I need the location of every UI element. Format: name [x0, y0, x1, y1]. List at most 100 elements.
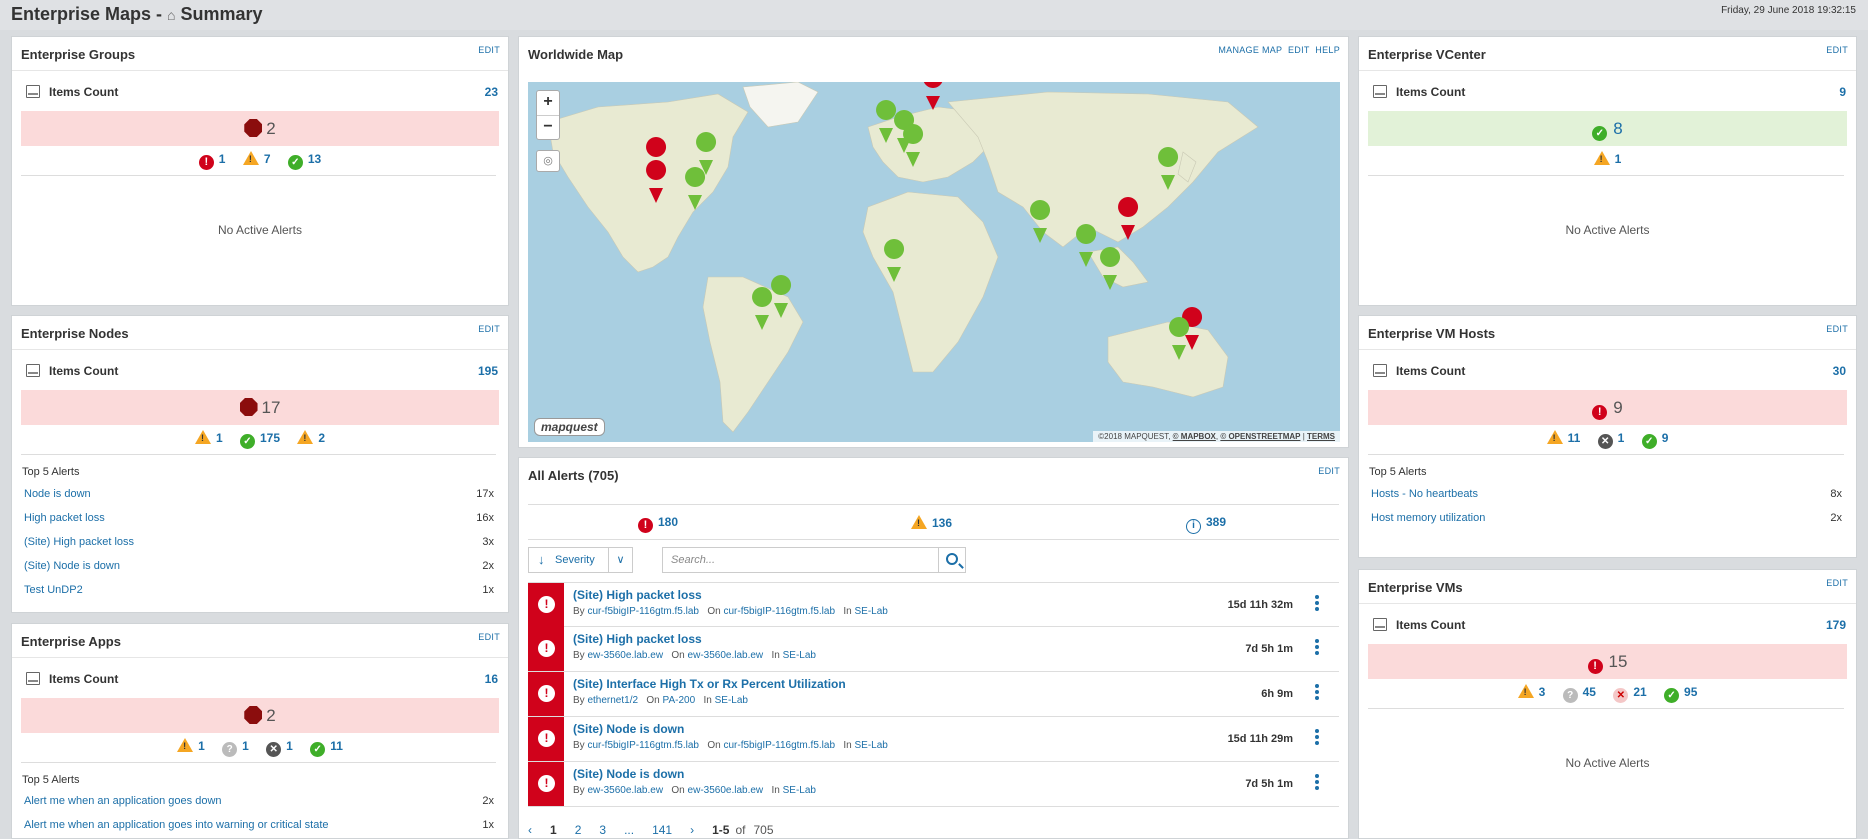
items-count-value[interactable]: 30 — [1833, 364, 1846, 378]
stat-ok[interactable]: ✓ 175 — [239, 431, 280, 449]
alert-title[interactable]: (Site) Node is down — [573, 722, 684, 736]
on-link[interactable]: cur-f5bigIP-116gtm.f5.lab — [723, 740, 835, 751]
more-menu-icon[interactable] — [1315, 684, 1319, 702]
prev-page-button[interactable]: ‹ — [528, 823, 532, 837]
items-count-value[interactable]: 23 — [485, 85, 498, 99]
on-link[interactable]: ew-3560e.lab.ew — [688, 650, 764, 661]
stat-ok[interactable]: ✓ 95 — [1664, 685, 1697, 703]
stat-critical[interactable]: ! 1 — [198, 152, 225, 170]
severity-warning[interactable]: 136 — [911, 515, 952, 530]
alert-link[interactable]: Alert me when an application goes into w… — [24, 819, 329, 831]
top-alert-row[interactable]: High packet loss 16x — [24, 512, 494, 532]
edit-link[interactable]: EDIT — [1288, 45, 1310, 55]
home-icon[interactable]: ⌂ — [167, 7, 175, 23]
items-count-row[interactable]: Items Count 179 — [1359, 604, 1856, 644]
sort-dropdown-chevron-icon[interactable]: ∨ — [608, 547, 633, 573]
stat-unknown[interactable]: ? 1 — [222, 739, 249, 757]
alert-row[interactable]: ! (Site) High packet loss By ew-3560e.la… — [528, 627, 1339, 672]
items-count-row[interactable]: Items Count 23 — [12, 71, 508, 111]
edit-link[interactable]: EDIT — [1826, 45, 1848, 55]
stat-warning[interactable]: 1 — [177, 738, 205, 753]
stat-unknown[interactable]: ? 45 — [1562, 685, 1596, 703]
stat-ok[interactable]: ✓ 13 — [287, 152, 321, 170]
alert-title[interactable]: (Site) High packet loss — [573, 632, 702, 646]
in-link[interactable]: SE-Lab — [783, 650, 816, 661]
by-link[interactable]: cur-f5bigIP-116gtm.f5.lab — [587, 740, 699, 751]
edit-link[interactable]: EDIT — [478, 324, 500, 334]
stat-ok[interactable]: ✓ 9 — [1641, 431, 1668, 449]
severity-info[interactable]: i 389 — [1186, 515, 1226, 534]
status-band[interactable]: ! 15 — [1368, 644, 1847, 679]
top-alert-row[interactable]: Hosts - No heartbeats 8x — [1371, 488, 1842, 508]
manage-map-link[interactable]: MANAGE MAP — [1218, 45, 1282, 55]
stat-warning-2[interactable]: 2 — [297, 430, 325, 445]
alert-link[interactable]: Test UnDP2 — [24, 584, 83, 596]
on-link[interactable]: cur-f5bigIP-116gtm.f5.lab — [723, 606, 835, 617]
status-band[interactable]: 2 — [21, 698, 499, 733]
stat-warning[interactable]: 3 — [1517, 684, 1545, 699]
stat-warning[interactable]: 7 — [242, 151, 271, 166]
in-link[interactable]: SE-Lab — [854, 740, 887, 751]
page-1[interactable]: 1 — [550, 823, 557, 837]
top-alert-row[interactable]: Test UnDP2 1x — [24, 584, 494, 604]
edit-link[interactable]: EDIT — [1826, 324, 1848, 334]
alert-row[interactable]: ! (Site) High packet loss By cur-f5bigIP… — [528, 582, 1339, 627]
page-last[interactable]: 141 — [652, 823, 672, 837]
more-menu-icon[interactable] — [1315, 595, 1319, 613]
page-3[interactable]: 3 — [599, 823, 606, 837]
map-reset-icon[interactable]: ◎ — [536, 150, 560, 172]
status-band[interactable]: 17 — [21, 390, 499, 425]
page-2[interactable]: 2 — [575, 823, 582, 837]
in-link[interactable]: SE-Lab — [854, 606, 887, 617]
by-link[interactable]: ethernet1/2 — [587, 695, 638, 706]
edit-link[interactable]: EDIT — [478, 632, 500, 642]
stat-down[interactable]: ✕ 1 — [266, 739, 293, 757]
terms-link[interactable]: TERMS — [1307, 432, 1335, 441]
status-band[interactable]: 2 — [21, 111, 499, 146]
next-page-button[interactable]: › — [690, 823, 694, 837]
stat-warning[interactable]: 1 — [194, 430, 223, 445]
alert-link[interactable]: Alert me when an application goes down — [24, 795, 222, 807]
alert-row[interactable]: ! (Site) Node is down By cur-f5bigIP-116… — [528, 717, 1339, 762]
severity-critical[interactable]: ! 180 — [638, 515, 678, 533]
stat-ok[interactable]: ✓ 11 — [310, 739, 343, 757]
items-count-row[interactable]: Items Count 16 — [12, 658, 508, 698]
items-count-value[interactable]: 16 — [485, 672, 498, 686]
search-input[interactable]: Search... — [662, 547, 939, 573]
items-count-row[interactable]: Items Count 30 — [1359, 350, 1856, 390]
world-map[interactable]: + − ◎ mapquest ©2018 MAPQUEST, © MAPBOX,… — [528, 82, 1340, 442]
alert-link[interactable]: Hosts - No heartbeats — [1371, 488, 1478, 500]
items-count-row[interactable]: Items Count 195 — [12, 350, 508, 390]
items-count-value[interactable]: 179 — [1826, 618, 1846, 632]
top-alert-row[interactable]: (Site) High packet loss 3x — [24, 536, 494, 556]
by-link[interactable]: cur-f5bigIP-116gtm.f5.lab — [587, 606, 699, 617]
sort-severity-button[interactable]: ↓ Severity — [528, 547, 609, 573]
status-band[interactable]: ✓ 8 — [1368, 111, 1847, 146]
stat-warning[interactable]: 11 — [1546, 430, 1580, 445]
on-link[interactable]: ew-3560e.lab.ew — [688, 785, 764, 796]
in-link[interactable]: SE-Lab — [783, 785, 816, 796]
edit-link[interactable]: EDIT — [478, 45, 500, 55]
alert-link[interactable]: Node is down — [24, 488, 91, 500]
more-menu-icon[interactable] — [1315, 729, 1319, 747]
help-link[interactable]: HELP — [1315, 45, 1340, 55]
top-alert-row[interactable]: Node is down 17x — [24, 488, 494, 508]
edit-link[interactable]: EDIT — [1318, 466, 1340, 476]
on-link[interactable]: PA-200 — [663, 695, 696, 706]
alert-row[interactable]: ! (Site) Node is down By ew-3560e.lab.ew… — [528, 762, 1339, 807]
items-count-value[interactable]: 195 — [478, 364, 498, 378]
items-count-value[interactable]: 9 — [1839, 85, 1846, 99]
top-alert-row[interactable]: Alert me when an application goes into w… — [24, 819, 494, 839]
stat-warning[interactable]: 1 — [1593, 151, 1621, 166]
top-alert-row[interactable]: Host memory utilization 2x — [1371, 512, 1842, 532]
alert-link[interactable]: Host memory utilization — [1371, 512, 1485, 524]
alert-title[interactable]: (Site) Node is down — [573, 767, 684, 781]
search-button[interactable] — [938, 547, 966, 573]
alert-link[interactable]: High packet loss — [24, 512, 105, 524]
alert-link[interactable]: (Site) Node is down — [24, 560, 120, 572]
by-link[interactable]: ew-3560e.lab.ew — [587, 785, 663, 796]
alert-row[interactable]: ! (Site) Interface High Tx or Rx Percent… — [528, 672, 1339, 717]
alert-link[interactable]: (Site) High packet loss — [24, 536, 134, 548]
edit-link[interactable]: EDIT — [1826, 578, 1848, 588]
status-band[interactable]: ! 9 — [1368, 390, 1847, 425]
